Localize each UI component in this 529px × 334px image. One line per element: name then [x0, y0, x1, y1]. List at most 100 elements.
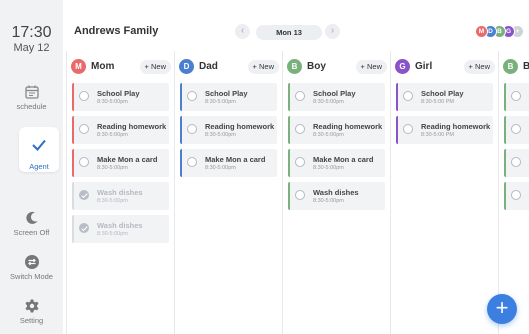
member-avatar: M: [71, 59, 86, 74]
task-card[interactable]: School Play 8:30-5:00pm: [72, 83, 169, 111]
task-time: 8:30-5:00pm: [97, 198, 128, 204]
task-checkbox[interactable]: [187, 157, 197, 167]
date-selector[interactable]: Mon 13: [256, 25, 322, 40]
task-card[interactable]: S8: [504, 83, 529, 111]
current-date: May 12: [13, 42, 50, 54]
task-time: 8:30-5:00pm: [97, 99, 128, 105]
family-title: Andrews Family: [74, 25, 159, 37]
task-time: 8:30-5:00pm: [97, 165, 128, 171]
member-avatar: G: [395, 59, 410, 74]
app-root: 17:30 May 12 schedule Agent Screen Off S…: [0, 0, 529, 334]
new-task-button[interactable]: + New: [463, 60, 495, 74]
task-title: Wash dishes: [313, 188, 359, 197]
task-card[interactable]: Wash dishes 8:30-5:00pm: [72, 182, 169, 210]
switch-icon: [24, 255, 39, 269]
member-column-header: G Girl + New: [391, 51, 499, 81]
task-time: 8:30-5:00pm: [97, 132, 128, 138]
task-title: Reading homework: [421, 122, 491, 131]
task-time: 8:30-5:00pm: [313, 198, 344, 204]
sidebar-item-label: Switch Mode: [10, 272, 53, 281]
task-checkbox[interactable]: [511, 91, 521, 101]
task-checkbox[interactable]: [79, 223, 89, 233]
task-checkbox[interactable]: [295, 190, 305, 200]
add-task-button[interactable]: +: [487, 294, 517, 324]
task-checkbox[interactable]: [295, 157, 305, 167]
task-card[interactable]: School Play 8:30-5:00pm: [180, 83, 277, 111]
member-name: Girl: [415, 61, 433, 72]
task-title: Reading homework: [97, 122, 167, 131]
task-title: Wash dishes: [97, 188, 143, 197]
task-card[interactable]: Make Mon a card 8:30-5:00pm: [180, 149, 277, 177]
task-title: School Play: [97, 89, 140, 98]
sidebar-item-label: Agent: [29, 162, 49, 171]
task-card[interactable]: Wash dishes 8:30-5:00pm: [288, 182, 385, 210]
task-title: Reading homework: [313, 122, 383, 131]
sidebar-item-setting[interactable]: Setting: [0, 298, 63, 325]
sidebar-item-screen-off[interactable]: Screen Off: [0, 210, 63, 237]
task-card[interactable]: W8: [504, 182, 529, 210]
member-name: Dad: [199, 61, 218, 72]
member-column: G Girl + New School Play 8:30-5:00 PM Reading…: [390, 51, 498, 334]
task-time: 8:30-5:00pm: [205, 99, 236, 105]
task-card[interactable]: School Play 8:30-5:00pm: [288, 83, 385, 111]
task-checkbox[interactable]: [295, 124, 305, 134]
task-checkbox[interactable]: [511, 157, 521, 167]
task-checkbox[interactable]: [79, 91, 89, 101]
task-checkbox[interactable]: [79, 124, 89, 134]
task-checkbox[interactable]: [511, 124, 521, 134]
task-checkbox[interactable]: [79, 190, 89, 200]
member-column: B Boy + New School Play 8:30-5:00pm Reading h…: [282, 51, 390, 334]
check-icon: [32, 139, 46, 151]
task-title: School Play: [205, 89, 248, 98]
task-card[interactable]: Make Mon a card 8:30-5:00pm: [72, 149, 169, 177]
new-task-button[interactable]: + New: [247, 60, 279, 74]
task-card[interactable]: Reading homework 8:30-5:00pm: [288, 116, 385, 144]
new-task-button[interactable]: + New: [139, 60, 171, 74]
task-time: 8:30-5:00pm: [313, 132, 344, 138]
task-checkbox[interactable]: [511, 190, 521, 200]
task-checkbox[interactable]: [187, 91, 197, 101]
task-card[interactable]: Reading homework 8:30-5:00pm: [72, 116, 169, 144]
task-title: School Play: [313, 89, 356, 98]
task-title: Wash dishes: [97, 221, 143, 230]
sidebar-item-label: schedule: [16, 102, 47, 111]
sidebar-item-agent[interactable]: Agent: [19, 127, 59, 172]
member-column-header: M Mom + New: [67, 51, 175, 81]
sidebar-item-label: Screen Off: [13, 228, 50, 237]
task-time: 8:30-5:00 PM: [421, 99, 455, 105]
sidebar-item-switch-mode[interactable]: Switch Mode: [0, 254, 63, 281]
task-card[interactable]: R8: [504, 116, 529, 144]
sidebar-item-schedule[interactable]: schedule: [0, 84, 63, 111]
header: Andrews Family ‹ Mon 13 › M D B G +: [63, 0, 529, 44]
task-card[interactable]: School Play 8:30-5:00 PM: [396, 83, 493, 111]
task-card[interactable]: Make Mon a card 8:30-5:00pm: [288, 149, 385, 177]
task-checkbox[interactable]: [79, 157, 89, 167]
task-card[interactable]: M8: [504, 149, 529, 177]
member-column: BBS8 R8 M8 W8: [498, 51, 529, 334]
task-checkbox[interactable]: [187, 124, 197, 134]
task-time: 8:30-5:00pm: [97, 231, 128, 237]
task-time: 8:30-5:00pm: [205, 165, 236, 171]
calendar-icon: [24, 85, 39, 99]
task-checkbox[interactable]: [295, 91, 305, 101]
task-title: School Play: [421, 89, 464, 98]
task-checkbox[interactable]: [403, 124, 413, 134]
task-checkbox[interactable]: [403, 91, 413, 101]
member-avatar: B: [503, 59, 518, 74]
task-card[interactable]: Wash dishes 8:30-5:00pm: [72, 215, 169, 243]
task-card[interactable]: Reading homework 8:30-5:00pm: [180, 116, 277, 144]
prev-day-button[interactable]: ‹: [235, 24, 250, 39]
task-time: 8:30-5:00pm: [313, 99, 344, 105]
task-card[interactable]: Reading homework 8:30-5:00 PM: [396, 116, 493, 144]
member-name: Boy: [307, 61, 326, 72]
sidebar-item-label: Setting: [19, 316, 44, 325]
new-task-button[interactable]: + New: [355, 60, 387, 74]
task-time: 8:30-5:00 PM: [421, 132, 455, 138]
mini-avatar[interactable]: M: [475, 25, 488, 38]
next-day-button[interactable]: ›: [325, 24, 340, 39]
member-column-header: BB: [499, 51, 529, 81]
member-column-header: B Boy + New: [283, 51, 391, 81]
clock: 17:30: [11, 24, 52, 41]
task-time: 8:30-5:00pm: [205, 132, 236, 138]
task-title: Make Mon a card: [205, 155, 266, 164]
